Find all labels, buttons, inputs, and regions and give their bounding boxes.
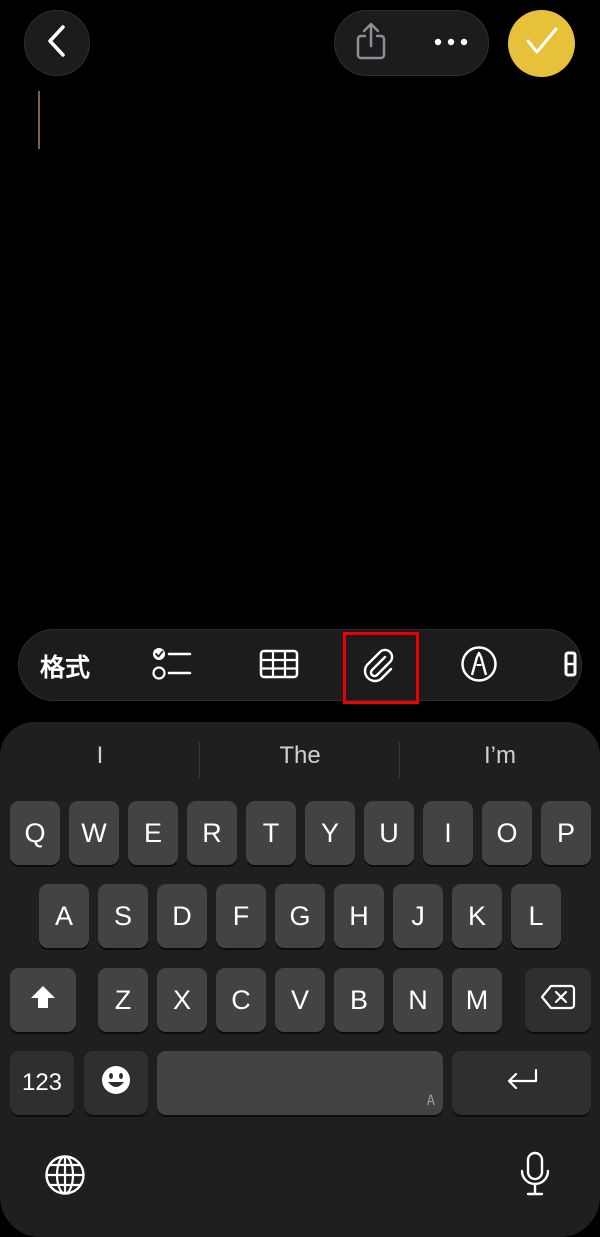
key-y[interactable]: Y	[305, 801, 355, 865]
key-t[interactable]: T	[246, 801, 296, 865]
key-m[interactable]: M	[452, 968, 502, 1032]
paperclip-icon	[360, 645, 396, 688]
formatting-toolbar: 格式	[18, 629, 582, 701]
divider	[399, 742, 400, 778]
table-icon	[259, 649, 299, 684]
dictation-button[interactable]	[510, 1150, 560, 1202]
key-w[interactable]: W	[69, 801, 119, 865]
text-cursor	[38, 91, 40, 149]
key-i[interactable]: I	[423, 801, 473, 865]
key-p[interactable]: P	[541, 801, 591, 865]
globe-button[interactable]	[40, 1152, 90, 1202]
divider	[199, 742, 200, 778]
done-button[interactable]	[508, 10, 575, 77]
format-button[interactable]: 格式	[37, 630, 93, 700]
note-actions	[334, 10, 489, 76]
return-icon	[505, 1067, 539, 1100]
share-icon	[355, 22, 387, 65]
space-key[interactable]: A	[157, 1051, 443, 1115]
key-b[interactable]: B	[334, 968, 384, 1032]
chevron-left-icon	[46, 24, 68, 63]
key-v[interactable]: V	[275, 968, 325, 1032]
emoji-icon	[100, 1064, 132, 1103]
emoji-key[interactable]	[84, 1051, 148, 1115]
key-j[interactable]: J	[393, 884, 443, 948]
more-icon	[564, 651, 578, 682]
suggestion-1[interactable]: I	[20, 742, 180, 770]
markup-button[interactable]	[457, 630, 501, 700]
key-o[interactable]: O	[482, 801, 532, 865]
numbers-key[interactable]: 123	[10, 1051, 74, 1115]
delete-icon	[540, 984, 576, 1017]
key-a[interactable]: A	[39, 884, 89, 948]
key-r[interactable]: R	[187, 801, 237, 865]
key-g[interactable]: G	[275, 884, 325, 948]
return-key[interactable]	[452, 1051, 591, 1115]
key-k[interactable]: K	[452, 884, 502, 948]
key-h[interactable]: H	[334, 884, 384, 948]
attachment-button[interactable]	[355, 630, 401, 700]
key-d[interactable]: D	[157, 884, 207, 948]
back-button[interactable]	[24, 10, 90, 76]
suggestion-3[interactable]: I’m	[420, 742, 580, 770]
microphone-icon	[519, 1151, 551, 1202]
table-button[interactable]	[256, 630, 302, 700]
space-language-hint: A	[426, 1093, 435, 1109]
shift-key[interactable]	[10, 968, 76, 1032]
suggestion-2[interactable]: The	[220, 742, 380, 770]
suggestion-bar: I The I’m	[0, 722, 600, 796]
key-e[interactable]: E	[128, 801, 178, 865]
key-n[interactable]: N	[393, 968, 443, 1032]
key-f[interactable]: F	[216, 884, 266, 948]
shift-icon	[29, 984, 57, 1017]
markup-pen-icon	[460, 645, 498, 688]
globe-icon	[44, 1154, 86, 1201]
key-q[interactable]: Q	[10, 801, 60, 865]
delete-key[interactable]	[525, 968, 591, 1032]
checklist-button[interactable]	[149, 630, 195, 700]
checkmark-icon	[525, 26, 559, 61]
key-c[interactable]: C	[216, 968, 266, 1032]
key-l[interactable]: L	[511, 884, 561, 948]
toolbar-more-button[interactable]	[559, 630, 581, 700]
share-button[interactable]	[353, 22, 389, 65]
key-z[interactable]: Z	[98, 968, 148, 1032]
key-s[interactable]: S	[98, 884, 148, 948]
checklist-icon	[152, 647, 192, 686]
key-u[interactable]: U	[364, 801, 414, 865]
ellipsis-icon	[433, 34, 469, 52]
key-x[interactable]: X	[157, 968, 207, 1032]
more-button[interactable]	[430, 25, 472, 61]
keyboard: I The I’m Q W E R T Y U I O P A S D F G …	[0, 722, 600, 1237]
